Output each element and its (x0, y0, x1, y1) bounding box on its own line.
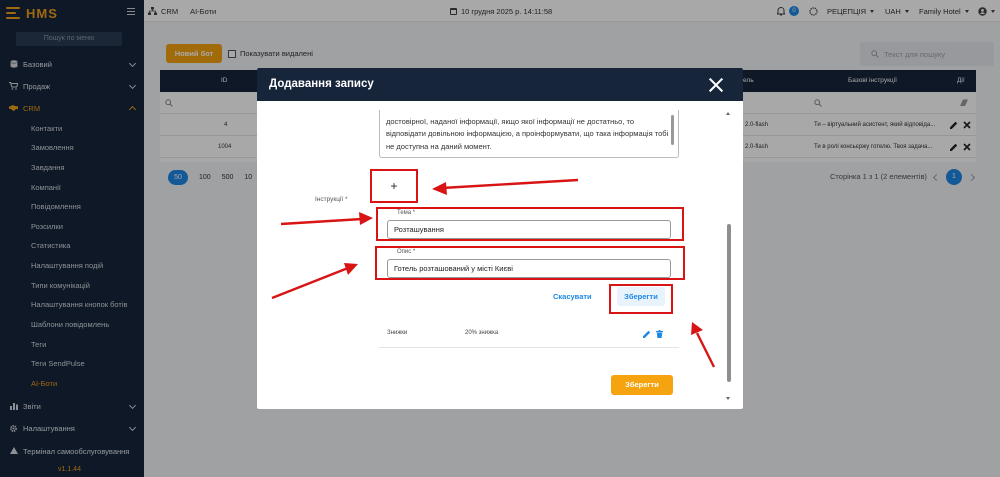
add-instruction-highlight: + (370, 169, 418, 203)
instruction-description: 20% знижка (465, 330, 499, 336)
scrollbar-thumb[interactable] (726, 224, 731, 382)
description-value: Готель розташований у місті Києві (394, 264, 513, 273)
save-button[interactable]: Зберегти (611, 375, 673, 395)
add-record-modal: Додавання запису достовірної, наданої ін… (257, 68, 743, 409)
description-input[interactable]: Готель розташований у місті Києві (387, 259, 671, 278)
textarea-scrollbar[interactable] (671, 115, 674, 145)
modal-scrollbar[interactable] (726, 112, 731, 404)
scroll-down-icon[interactable] (726, 397, 730, 400)
textarea-line: достовірної, наданої інформації, якщо як… (386, 117, 635, 126)
cancel-button[interactable]: Скасувати (553, 292, 592, 301)
modal-header: Додавання запису (257, 68, 743, 101)
description-label: Опис * (396, 249, 417, 255)
close-icon[interactable] (708, 77, 724, 93)
instructions-label: Інструкції * (315, 196, 348, 203)
add-instruction-button[interactable]: + (372, 179, 416, 193)
edit-icon[interactable] (643, 330, 651, 338)
instructions-textarea[interactable]: достовірної, наданої інформації, якщо як… (379, 110, 679, 158)
scroll-up-icon[interactable] (726, 112, 730, 115)
topic-value: Розташування (394, 225, 444, 234)
instruction-row[interactable]: Знижки 20% знижка (379, 322, 679, 348)
topic-input[interactable]: Розташування (387, 220, 671, 239)
textarea-content: достовірної, наданої інформації, якщо як… (386, 116, 670, 153)
modal-title: Додавання запису (269, 78, 374, 90)
save-inline-button[interactable]: Зберегти (617, 287, 665, 306)
instruction-topic: Знижки (387, 330, 408, 336)
textarea-line: відповідати довільною інформацією, а про… (386, 129, 669, 139)
topic-label: Тема * (396, 210, 417, 216)
textarea-line: не доступна на даний момент. (386, 141, 492, 151)
trash-icon[interactable] (656, 330, 663, 338)
